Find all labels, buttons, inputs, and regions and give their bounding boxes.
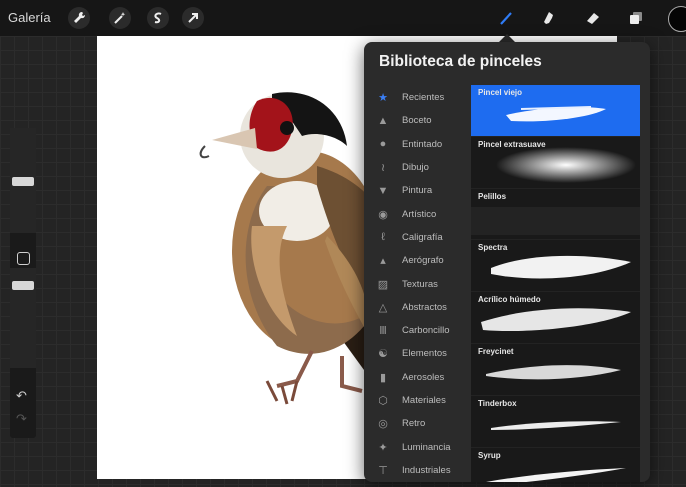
- set-label: Abstractos: [402, 301, 447, 313]
- set-item-artistico[interactable]: ◉ Artístico: [364, 202, 470, 225]
- brush-stroke-preview: [496, 146, 636, 183]
- texture-icon: ▨: [377, 278, 389, 291]
- set-label: Artístico: [402, 208, 437, 220]
- opacity-thumb[interactable]: [12, 281, 34, 290]
- set-item-industriales[interactable]: ⊤ Industriales: [364, 459, 470, 482]
- set-label: Texturas: [402, 278, 438, 290]
- brush-item-freycinet[interactable]: Freycinet: [471, 343, 640, 396]
- brush-stroke-preview: [486, 365, 621, 380]
- brush-stroke-preview: [471, 206, 640, 235]
- airbrush-icon: ▴: [380, 255, 386, 268]
- set-label: Aerosoles: [402, 371, 445, 383]
- brush-sets-list: ★ Recientes ▲ Boceto ● Entintado ≀ Dibuj…: [364, 86, 470, 482]
- calligraphy-icon: ℓ: [381, 231, 385, 244]
- palette-icon: ◉: [378, 208, 388, 221]
- set-item-elementos[interactable]: ☯ Elementos: [364, 342, 470, 365]
- eraser-icon[interactable]: [582, 7, 604, 29]
- set-item-entintado[interactable]: ● Entintado: [364, 133, 470, 156]
- set-label: Luminancia: [402, 441, 451, 453]
- set-label: Pintura: [402, 185, 433, 197]
- sparkle-icon: ✦: [378, 441, 388, 454]
- set-item-boceto[interactable]: ▲ Boceto: [364, 109, 470, 132]
- set-item-texturas[interactable]: ▨ Texturas: [364, 272, 470, 295]
- set-item-recientes[interactable]: ★ Recientes: [364, 86, 470, 109]
- brush-item-pincel-viejo[interactable]: Pincel viejo: [471, 85, 640, 137]
- brush-stroke-preview: [506, 106, 606, 122]
- set-item-luminancia[interactable]: ✦ Luminancia: [364, 435, 470, 458]
- set-item-aerosoles[interactable]: ▮ Aerosoles: [364, 366, 470, 389]
- paint-brush-icon: ▼: [377, 184, 389, 197]
- set-item-retro[interactable]: ◎ Retro: [364, 412, 470, 435]
- top-toolbar: Galería: [0, 0, 686, 36]
- brush-item-syrup[interactable]: Syrup: [471, 447, 640, 482]
- selection-icon[interactable]: [147, 7, 169, 29]
- set-item-carboncillo[interactable]: Ⅲ Carboncillo: [364, 319, 470, 342]
- set-item-pintura[interactable]: ▼ Pintura: [364, 179, 470, 202]
- modify-square-button[interactable]: [17, 252, 30, 265]
- brush-library-panel: Biblioteca de pinceles ★ Recientes ▲ Boc…: [364, 42, 650, 482]
- library-title: Biblioteca de pinceles: [379, 53, 542, 70]
- set-label: Boceto: [402, 115, 432, 127]
- set-item-materiales[interactable]: ⬡ Materiales: [364, 389, 470, 412]
- transform-arrow-icon[interactable]: [182, 7, 204, 29]
- set-label: Aerógrafo: [402, 255, 444, 267]
- brush-item-tinderbox[interactable]: Tinderbox: [471, 395, 640, 448]
- set-item-caligrafia[interactable]: ℓ Caligrafía: [364, 226, 470, 249]
- brush-item-pelillos[interactable]: Pelillos: [471, 188, 640, 241]
- redo-icon[interactable]: ↷: [16, 411, 27, 427]
- set-label: Caligrafía: [402, 231, 443, 243]
- brush-stroke-preview: [491, 421, 621, 430]
- brush-item-acrilico-humedo[interactable]: Acrílico húmedo: [471, 292, 640, 344]
- left-sidebar: ↶ ↷: [10, 128, 36, 438]
- set-item-aerografo[interactable]: ▴ Aerógrafo: [364, 249, 470, 272]
- brush-item-spectra[interactable]: Spectra: [471, 240, 640, 293]
- magic-wand-icon[interactable]: [109, 7, 131, 29]
- star-icon: ★: [378, 92, 388, 105]
- undo-icon[interactable]: ↶: [16, 388, 27, 404]
- brush-item-pincel-extrasuave[interactable]: Pincel extrasuave: [471, 136, 640, 189]
- spray-can-icon: ▮: [379, 371, 387, 384]
- color-icon[interactable]: [668, 6, 686, 32]
- brush-stroke-preview: [486, 467, 626, 482]
- set-label: Carboncillo: [402, 325, 450, 337]
- gallery-button[interactable]: Galería: [8, 10, 51, 25]
- set-label: Industriales: [402, 464, 451, 476]
- set-label: Dibujo: [402, 162, 429, 174]
- brush-size-thumb[interactable]: [12, 177, 34, 186]
- charcoal-icon: Ⅲ: [379, 325, 387, 338]
- brush-icon[interactable]: [495, 7, 517, 29]
- set-label: Retro: [402, 418, 426, 430]
- wrench-icon[interactable]: [68, 7, 90, 29]
- set-item-abstractos[interactable]: △ Abstractos: [364, 296, 470, 319]
- squiggle-icon: ≀: [380, 162, 386, 175]
- popover-pointer: [499, 34, 515, 42]
- set-label: Materiales: [402, 395, 446, 406]
- triangle-icon: △: [378, 301, 388, 314]
- pencil-tip-icon: ▲: [377, 114, 389, 127]
- brush-list: Pincel viejo Pincel extrasuave Pelillos …: [471, 85, 640, 482]
- yin-yang-icon: ☯: [378, 348, 388, 361]
- retro-icon: ◎: [378, 418, 388, 431]
- cube-icon: ⬡: [378, 395, 388, 407]
- set-label: Entintado: [402, 138, 443, 150]
- layers-icon[interactable]: [625, 7, 647, 29]
- brush-stroke-preview: [481, 308, 631, 332]
- set-label: Recientes: [402, 92, 445, 104]
- smudge-icon[interactable]: [537, 7, 559, 29]
- set-label: Elementos: [402, 348, 447, 360]
- set-item-dibujo[interactable]: ≀ Dibujo: [364, 156, 470, 179]
- anvil-icon: ⊤: [378, 464, 388, 477]
- ink-drop-icon: ●: [379, 138, 387, 151]
- brush-stroke-preview: [491, 256, 631, 279]
